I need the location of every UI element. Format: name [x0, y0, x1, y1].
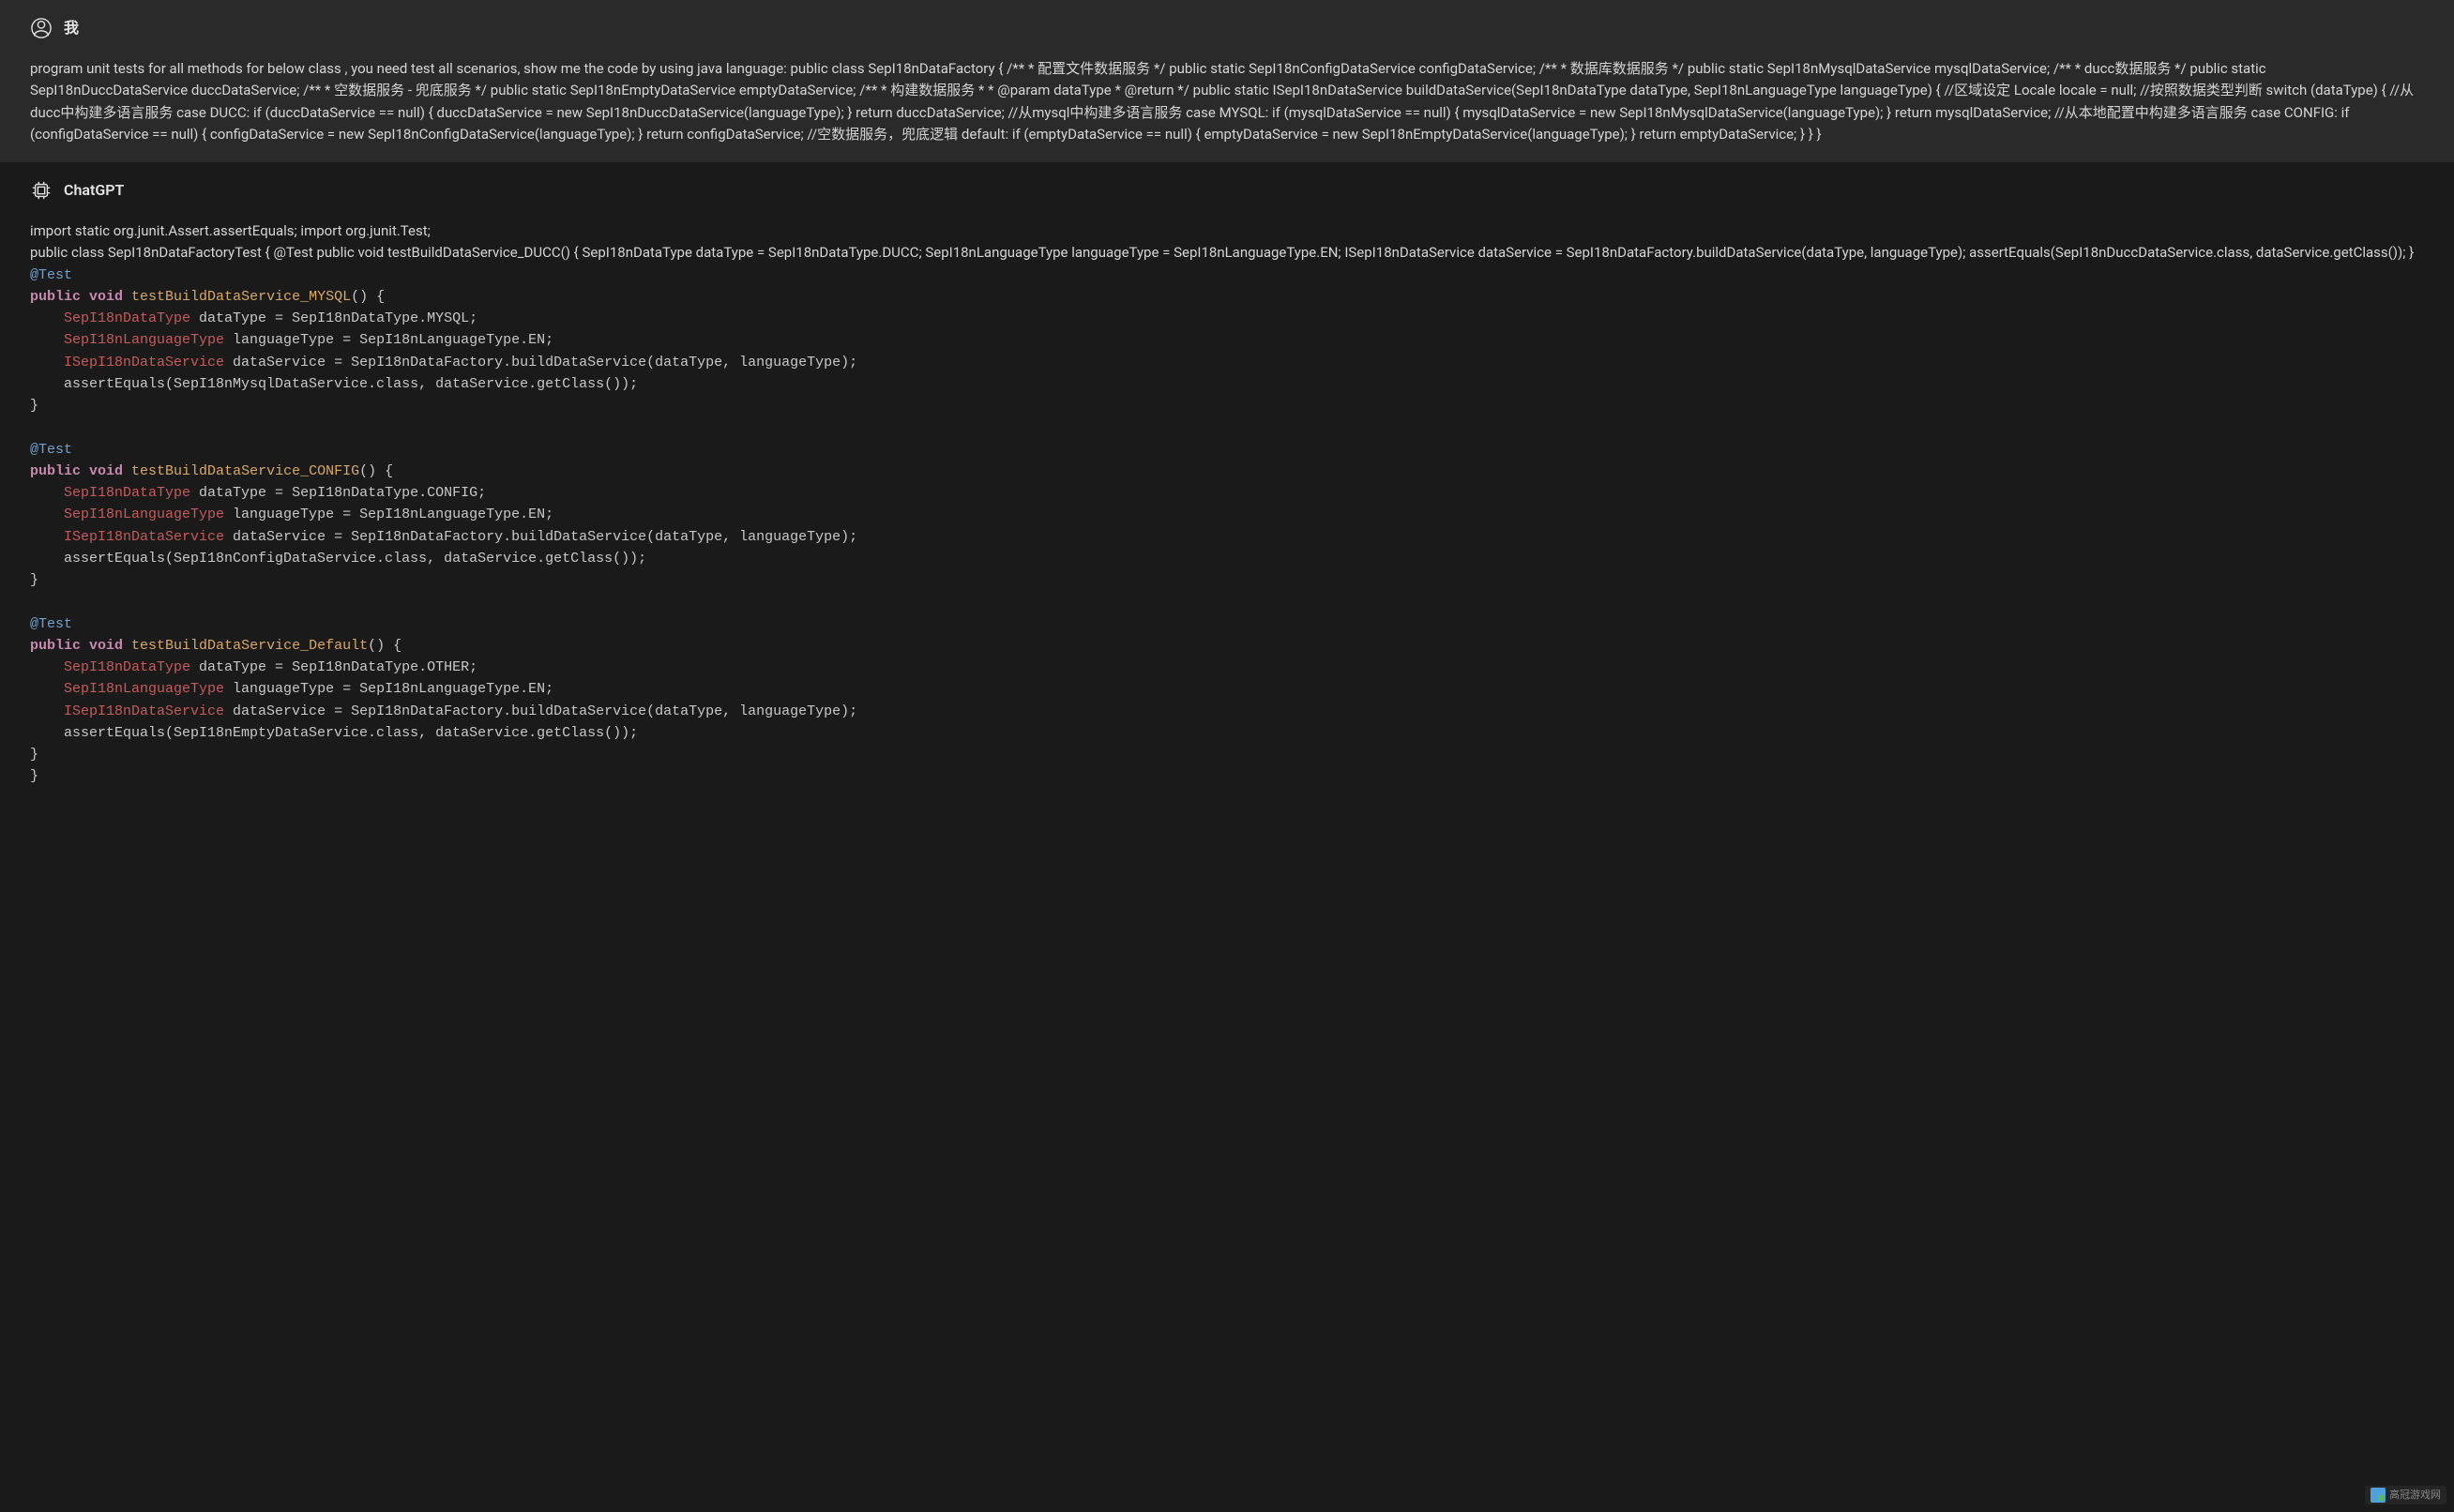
code-text: dataService = SepI18nDataFactory.buildDa…: [224, 703, 857, 719]
code-text: languageType = SepI18nLanguageType.EN;: [224, 507, 553, 522]
watermark: 高冠游戏网: [2365, 1486, 2446, 1505]
type-name: SepI18nDataType: [64, 659, 190, 675]
code-text: () {: [351, 289, 385, 305]
type-name: SepI18nLanguageType: [64, 332, 224, 348]
code-text: }: [30, 572, 38, 588]
assistant-intro-line-2: public class SepI18nDataFactoryTest { @T…: [30, 242, 2424, 264]
method-name: testBuildDataService_CONFIG: [131, 463, 359, 479]
code-text: languageType = SepI18nLanguageType.EN;: [224, 332, 553, 348]
watermark-text: 高冠游戏网: [2389, 1488, 2441, 1504]
type-name: ISepI18nDataService: [64, 703, 224, 719]
method-name: testBuildDataService_MYSQL: [131, 289, 351, 305]
code-text: assertEquals(SepI18nMysqlDataService.cla…: [30, 376, 638, 392]
code-text: dataType = SepI18nDataType.OTHER;: [190, 659, 477, 675]
code-text: () {: [359, 463, 393, 479]
user-avatar-icon: [30, 17, 53, 39]
code-text: languageType = SepI18nLanguageType.EN;: [224, 681, 553, 697]
type-name: SepI18nLanguageType: [64, 507, 224, 522]
annotation: @Test: [30, 442, 72, 458]
annotation: @Test: [30, 267, 72, 283]
type-name: SepI18nLanguageType: [64, 681, 224, 697]
code-text: dataService = SepI18nDataFactory.buildDa…: [224, 355, 857, 370]
assistant-message-content: import static org.junit.Assert.assertEqu…: [30, 220, 2424, 788]
code-block: @Test public void testBuildDataService_M…: [30, 265, 2424, 788]
code-text: }: [30, 768, 38, 784]
keyword-public: public void: [30, 638, 123, 654]
type-name: SepI18nDataType: [64, 310, 190, 326]
type-name: ISepI18nDataService: [64, 529, 224, 545]
user-name: 我: [64, 17, 79, 39]
code-text: }: [30, 747, 38, 763]
chatgpt-avatar-icon: [30, 179, 53, 202]
code-text: dataService = SepI18nDataFactory.buildDa…: [224, 529, 857, 545]
assistant-message-header: ChatGPT: [30, 179, 2424, 202]
code-text: }: [30, 398, 38, 414]
code-text: dataType = SepI18nDataType.MYSQL;: [190, 310, 477, 326]
code-text: () {: [368, 638, 401, 654]
user-message-content: program unit tests for all methods for b…: [30, 58, 2424, 145]
keyword-public: public void: [30, 463, 123, 479]
keyword-public: public void: [30, 289, 123, 305]
code-text: dataType = SepI18nDataType.CONFIG;: [190, 485, 486, 501]
type-name: ISepI18nDataService: [64, 355, 224, 370]
type-name: SepI18nDataType: [64, 485, 190, 501]
user-message-header: 我: [30, 17, 2424, 39]
user-message-block: 我 program unit tests for all methods for…: [0, 0, 2454, 162]
annotation: @Test: [30, 616, 72, 632]
watermark-icon: [2371, 1488, 2386, 1503]
assistant-name: ChatGPT: [64, 179, 124, 202]
method-name: testBuildDataService_Default: [131, 638, 368, 654]
assistant-message-block: ChatGPT import static org.junit.Assert.a…: [0, 162, 2454, 805]
assistant-intro-line-1: import static org.junit.Assert.assertEqu…: [30, 220, 2424, 242]
code-text: assertEquals(SepI18nConfigDataService.cl…: [30, 551, 646, 567]
code-text: assertEquals(SepI18nEmptyDataService.cla…: [30, 725, 638, 741]
